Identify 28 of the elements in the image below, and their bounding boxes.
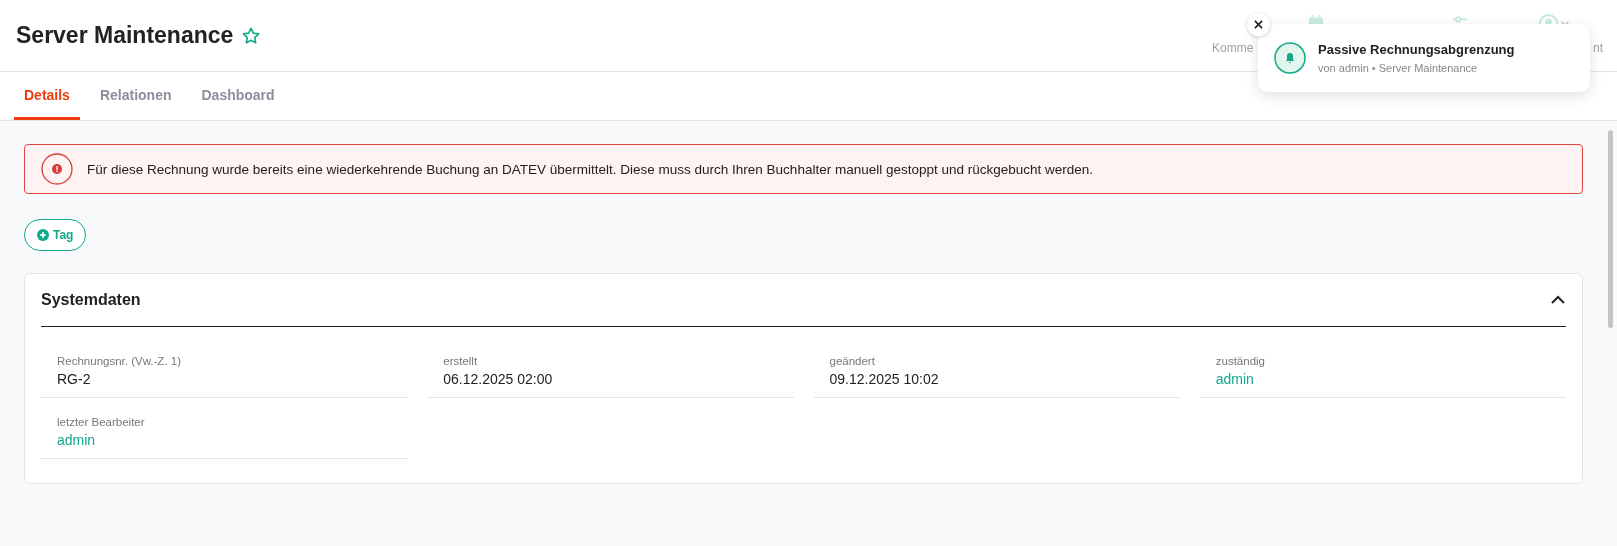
field-value: 06.12.2025 02:00 [443,371,554,387]
toolbar-label[interactable]: Komme [1212,41,1254,55]
section-title: Systemdaten [41,291,141,309]
field-label: letzter Bearbeiter [57,416,146,428]
field-value: RG-2 [57,371,92,387]
field-value: 09.12.2025 10:02 [829,371,940,387]
tab[interactable]: Details [14,72,80,120]
field-label: Rechnungsnr. (Vw.-Z. 1) [57,355,182,367]
add-tag-button[interactable]: Tag [24,219,87,251]
tab[interactable]: Dashboard [191,72,285,120]
field-label: erstellt [443,355,479,367]
field-link[interactable]: admin [57,432,392,448]
notification-subtitle: von admin • Server Maintenance [1318,62,1479,74]
alert-message: Für diese Rechnung wurde bereits eine wiederkehrende Buchung an DATEV übermittelt. Diese muss durch Ihren Buchhalter manuell gestoppt und rückgebucht werden. [87,161,1094,177]
close-button[interactable] [1247,13,1270,36]
star-icon[interactable] [241,25,262,46]
field-link[interactable]: admin [1215,371,1550,387]
field-label: geändert [829,355,876,367]
bell-icon [1274,42,1306,74]
error-icon [41,153,73,185]
toolbar-label[interactable]: nt [1593,41,1603,55]
plus-icon [37,229,49,241]
close-icon [1254,20,1263,29]
notification-title: Passive Rechnungsabgrenzung [1318,42,1515,57]
page-title: Server Maintenance [16,22,234,49]
field-label: zuständig [1215,355,1266,367]
scrollbar[interactable] [1608,130,1613,328]
tab[interactable]: Relationen [89,72,182,120]
